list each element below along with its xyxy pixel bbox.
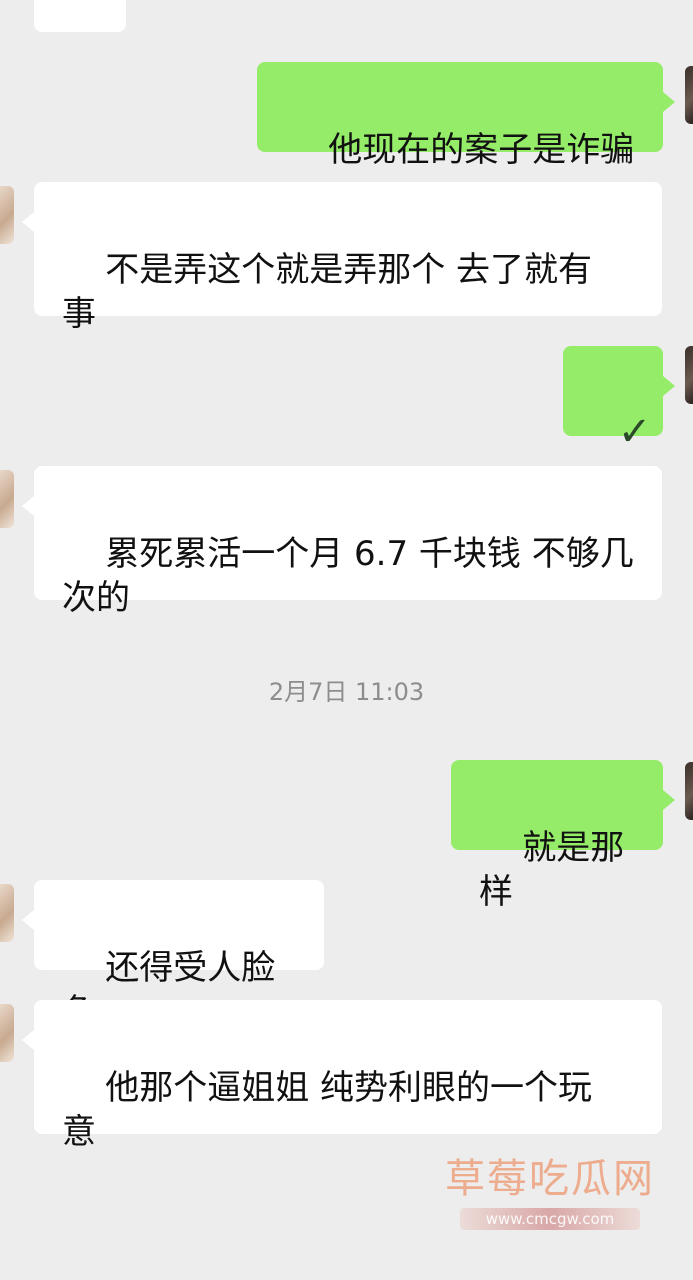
checkmark-icon: ✓: [617, 409, 652, 455]
message-bubble-incoming[interactable]: 他那个逼姐姐 纯势利眼的一个玩 意: [22, 1000, 662, 1152]
watermark-title: 草莓吃瓜网: [445, 1156, 655, 1202]
watermark-url: www.cmcgw.com: [459, 1208, 641, 1230]
message-bubble-incoming[interactable]: 还得受人脸色: [22, 880, 324, 1032]
my-avatar[interactable]: [685, 762, 693, 820]
contact-avatar[interactable]: [0, 470, 14, 528]
message-bubble-outgoing[interactable]: 就是那样: [451, 760, 675, 912]
contact-avatar[interactable]: [0, 186, 14, 244]
message-bubble-outgoing[interactable]: ✓: [563, 346, 675, 454]
message-text: 累死累活一个月 6.7 千块钱 不够几 次的: [62, 534, 634, 618]
contact-avatar[interactable]: [0, 1004, 14, 1062]
message-text: 不是弄这个就是弄那个 去了就有 事: [62, 250, 593, 334]
message-bubble-incoming[interactable]: 不是弄这个就是弄那个 去了就有 事: [22, 182, 662, 334]
watermark: 草莓吃瓜网 www.cmcgw.com: [430, 1156, 670, 1230]
message-bubble-incoming[interactable]: 累死累活一个月 6.7 千块钱 不够几 次的: [22, 466, 662, 618]
my-avatar[interactable]: [685, 346, 693, 404]
message-bubble-incoming[interactable]: 嗯: [34, 0, 126, 32]
message-text: 就是那样: [479, 828, 625, 912]
contact-avatar[interactable]: [0, 884, 14, 942]
message-text: 他现在的案子是诈骗: [328, 130, 635, 170]
my-avatar[interactable]: [685, 66, 693, 124]
message-bubble-outgoing[interactable]: 他现在的案子是诈骗: [257, 62, 675, 170]
message-text: 他那个逼姐姐 纯势利眼的一个玩 意: [62, 1068, 593, 1152]
chat-window: 嗯 他现在的案子是诈骗 不是弄这个就是弄那个 去了就有 事 ✓ 累死累活一个月 …: [0, 0, 693, 1280]
message-timestamp: 2月7日 11:03: [268, 678, 425, 706]
